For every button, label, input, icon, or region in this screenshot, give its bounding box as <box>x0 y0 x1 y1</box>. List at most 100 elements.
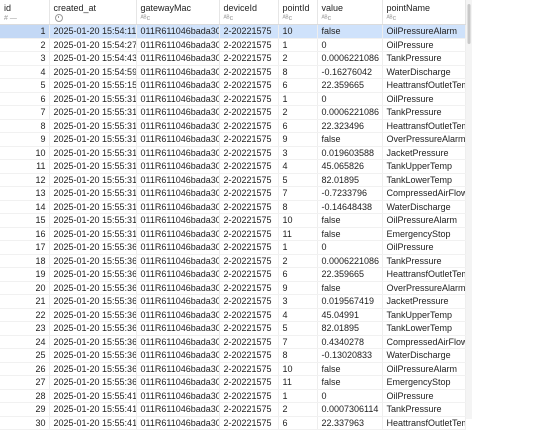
table-row[interactable]: 9 2025-01-20 15:55:31 011R611046bada30 2-20… <box>0 132 466 147</box>
cell-created-at[interactable]: 2025-01-20 15:55:31 <box>49 213 137 228</box>
cell-gateway-mac[interactable]: 011R611046bada30 <box>136 105 220 120</box>
cell-point-id[interactable]: 10 <box>278 24 318 39</box>
cell-gateway-mac[interactable]: 011R611046bada30 <box>136 186 220 201</box>
cell-point-id[interactable]: 1 <box>278 38 318 52</box>
cell-point-id[interactable]: 3 <box>278 146 318 160</box>
cell-id[interactable]: 11 <box>0 159 50 174</box>
table-row[interactable]: 24 2025-01-20 15:55:36 011R611046bada30 2-2… <box>0 335 466 349</box>
table-row[interactable]: 25 2025-01-20 15:55:36 011R611046bada30 2-2… <box>0 348 466 363</box>
cell-gateway-mac[interactable]: 011R611046bada30 <box>136 348 220 363</box>
cell-point-name[interactable]: TankPressure <box>382 51 466 66</box>
cell-created-at[interactable]: 2025-01-20 15:54:11 <box>49 24 137 39</box>
table-row[interactable]: 16 2025-01-20 15:55:31 011R611046bada30 2-2… <box>0 227 466 241</box>
cell-id[interactable]: 27 <box>0 375 50 390</box>
cell-value[interactable]: false <box>317 281 383 295</box>
cell-device-id[interactable]: 2-20221575 <box>219 416 279 430</box>
cell-point-id[interactable]: 2 <box>278 51 318 66</box>
cell-id[interactable]: 21 <box>0 294 50 309</box>
cell-id[interactable]: 5 <box>0 78 50 93</box>
cell-value[interactable]: 0 <box>317 389 383 403</box>
cell-value[interactable]: -0.7233796 <box>317 186 383 201</box>
cell-gateway-mac[interactable]: 011R611046bada30 <box>136 240 220 255</box>
cell-id[interactable]: 22 <box>0 308 50 322</box>
cell-point-id[interactable]: 1 <box>278 389 318 403</box>
table-row[interactable]: 11 2025-01-20 15:55:31 011R611046bada30 2-2… <box>0 159 466 174</box>
cell-gateway-mac[interactable]: 011R611046bada30 <box>136 213 220 228</box>
cell-point-name[interactable]: JacketPressure <box>382 294 466 309</box>
cell-gateway-mac[interactable]: 011R611046bada30 <box>136 389 220 403</box>
cell-point-name[interactable]: TankLowerTemp <box>382 321 466 336</box>
cell-point-name[interactable]: HeattransfOutletTemp <box>382 78 466 93</box>
cell-device-id[interactable]: 2-20221575 <box>219 200 279 214</box>
cell-point-name[interactable]: HeattransfOutletTemp <box>382 267 466 282</box>
cell-created-at[interactable]: 2025-01-20 15:55:36 <box>49 375 137 390</box>
cell-value[interactable]: 22.359665 <box>317 267 383 282</box>
cell-point-name[interactable]: OilPressureAlarm <box>382 362 466 376</box>
cell-created-at[interactable]: 2025-01-20 15:55:36 <box>49 254 137 268</box>
column-header-point-id[interactable]: pointId <box>278 0 318 14</box>
cell-point-name[interactable]: CompressedAirFlowRate <box>382 186 466 201</box>
column-header-device-id[interactable]: deviceId <box>219 0 279 14</box>
cell-device-id[interactable]: 2-20221575 <box>219 348 279 363</box>
cell-device-id[interactable]: 2-20221575 <box>219 132 279 147</box>
cell-point-id[interactable]: 6 <box>278 78 318 93</box>
cell-value[interactable]: 0.0006221086 <box>317 105 383 120</box>
cell-created-at[interactable]: 2025-01-20 15:55:36 <box>49 362 137 376</box>
table-row[interactable]: 3 2025-01-20 15:54:43 011R611046bada30 2-20… <box>0 51 466 66</box>
cell-value[interactable]: 0.0006221086 <box>317 254 383 268</box>
cell-point-name[interactable]: TankLowerTemp <box>382 173 466 187</box>
cell-point-name[interactable]: HeattransfOutletTemp <box>382 119 466 133</box>
cell-point-id[interactable]: 10 <box>278 213 318 228</box>
cell-created-at[interactable]: 2025-01-20 15:55:36 <box>49 308 137 322</box>
cell-created-at[interactable]: 2025-01-20 15:54:27 <box>49 38 137 52</box>
cell-id[interactable]: 4 <box>0 65 50 79</box>
cell-created-at[interactable]: 2025-01-20 15:55:36 <box>49 267 137 282</box>
cell-device-id[interactable]: 2-20221575 <box>219 92 279 106</box>
cell-created-at[interactable]: 2025-01-20 15:55:41 <box>49 416 137 430</box>
cell-created-at[interactable]: 2025-01-20 15:55:31 <box>49 132 137 147</box>
cell-device-id[interactable]: 2-20221575 <box>219 51 279 66</box>
cell-point-id[interactable]: 1 <box>278 92 318 106</box>
cell-point-id[interactable]: 8 <box>278 65 318 79</box>
cell-id[interactable]: 24 <box>0 335 50 349</box>
cell-gateway-mac[interactable]: 011R611046bada30 <box>136 402 220 417</box>
cell-id[interactable]: 10 <box>0 146 50 160</box>
cell-id[interactable]: 23 <box>0 321 50 336</box>
cell-point-name[interactable]: OilPressureAlarm <box>382 24 466 39</box>
cell-gateway-mac[interactable]: 011R611046bada30 <box>136 24 220 39</box>
cell-gateway-mac[interactable]: 011R611046bada30 <box>136 146 220 160</box>
cell-gateway-mac[interactable]: 011R611046bada30 <box>136 159 220 174</box>
column-header-created-at[interactable]: created_at <box>49 0 137 14</box>
cell-point-name[interactable]: OilPressure <box>382 38 466 52</box>
cell-value[interactable]: 0.019567419 <box>317 294 383 309</box>
column-header-point-name[interactable]: pointName <box>382 0 466 14</box>
cell-gateway-mac[interactable]: 011R611046bada30 <box>136 362 220 376</box>
cell-gateway-mac[interactable]: 011R611046bada30 <box>136 173 220 187</box>
table-row[interactable]: 6 2025-01-20 15:55:31 011R611046bada30 2-20… <box>0 92 466 106</box>
table-row[interactable]: 14 2025-01-20 15:55:31 011R611046bada30 2-2… <box>0 200 466 214</box>
cell-created-at[interactable]: 2025-01-20 15:55:41 <box>49 402 137 417</box>
table-row[interactable]: 13 2025-01-20 15:55:31 011R611046bada30 2-2… <box>0 186 466 201</box>
cell-gateway-mac[interactable]: 011R611046bada30 <box>136 38 220 52</box>
cell-id[interactable]: 2 <box>0 38 50 52</box>
cell-gateway-mac[interactable]: 011R611046bada30 <box>136 281 220 295</box>
cell-value[interactable]: 22.359665 <box>317 78 383 93</box>
table-row[interactable]: 20 2025-01-20 15:55:36 011R611046bada30 2-2… <box>0 281 466 295</box>
cell-device-id[interactable]: 2-20221575 <box>219 186 279 201</box>
cell-id[interactable]: 13 <box>0 186 50 201</box>
cell-point-id[interactable]: 11 <box>278 375 318 390</box>
cell-value[interactable]: 0 <box>317 38 383 52</box>
cell-id[interactable]: 18 <box>0 254 50 268</box>
cell-point-name[interactable]: CompressedAirFlowRate <box>382 335 466 349</box>
cell-gateway-mac[interactable]: 011R611046bada30 <box>136 51 220 66</box>
cell-device-id[interactable]: 2-20221575 <box>219 240 279 255</box>
cell-id[interactable]: 7 <box>0 105 50 120</box>
cell-device-id[interactable]: 2-20221575 <box>219 227 279 241</box>
table-row[interactable]: 1 2025-01-20 15:54:11 011R611046bada30 2-20… <box>0 24 466 39</box>
table-row[interactable]: 18 2025-01-20 15:55:36 011R611046bada30 2-2… <box>0 254 466 268</box>
cell-point-id[interactable]: 7 <box>278 335 318 349</box>
cell-point-id[interactable]: 8 <box>278 348 318 363</box>
cell-created-at[interactable]: 2025-01-20 15:55:31 <box>49 200 137 214</box>
cell-id[interactable]: 28 <box>0 389 50 403</box>
cell-device-id[interactable]: 2-20221575 <box>219 65 279 79</box>
